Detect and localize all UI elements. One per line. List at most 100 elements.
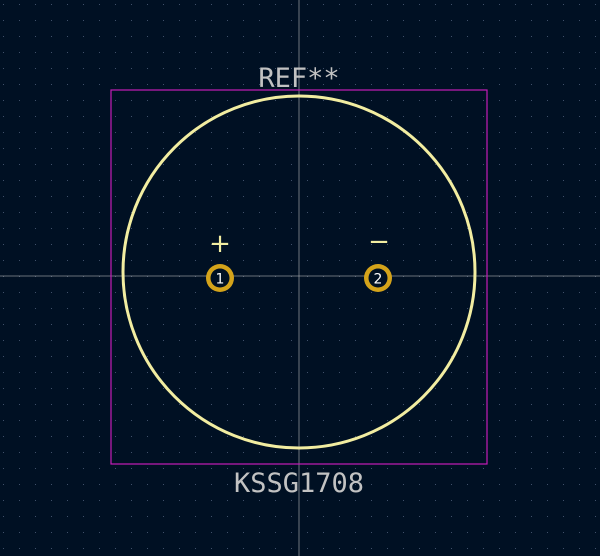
- grid-dot: [51, 20, 52, 21]
- grid-dot: [83, 164, 84, 165]
- grid-dot: [259, 548, 260, 549]
- grid-dot: [67, 484, 68, 485]
- grid-dot: [99, 484, 100, 485]
- grid-dot: [291, 212, 292, 213]
- grid-dot: [339, 36, 340, 37]
- grid-dot: [67, 548, 68, 549]
- grid-dot: [19, 532, 20, 533]
- pad-1[interactable]: 1: [206, 264, 234, 292]
- grid-dot: [291, 372, 292, 373]
- grid-dot: [579, 388, 580, 389]
- grid-dot: [323, 260, 324, 261]
- grid-dot: [355, 532, 356, 533]
- grid-dot: [323, 292, 324, 293]
- grid-dot: [419, 420, 420, 421]
- grid-dot: [531, 356, 532, 357]
- grid-dot: [3, 356, 4, 357]
- grid-dot: [51, 388, 52, 389]
- grid-dot: [275, 116, 276, 117]
- grid-dot: [3, 324, 4, 325]
- reference-designator[interactable]: REF**: [258, 63, 339, 94]
- grid-dot: [35, 372, 36, 373]
- grid-dot: [131, 148, 132, 149]
- grid-dot: [99, 132, 100, 133]
- grid-dot: [451, 420, 452, 421]
- grid-dot: [355, 52, 356, 53]
- grid-dot: [403, 532, 404, 533]
- grid-dot: [387, 500, 388, 501]
- grid-dot: [451, 132, 452, 133]
- grid-dot: [195, 356, 196, 357]
- grid-dot: [323, 164, 324, 165]
- grid-dot: [547, 116, 548, 117]
- grid-dot: [483, 116, 484, 117]
- grid-dot: [339, 500, 340, 501]
- grid-dot: [531, 340, 532, 341]
- grid-dot: [115, 292, 116, 293]
- grid-dot: [371, 84, 372, 85]
- grid-dot: [275, 308, 276, 309]
- grid-dot: [51, 532, 52, 533]
- grid-dot: [435, 420, 436, 421]
- grid-dot: [131, 20, 132, 21]
- grid-dot: [371, 340, 372, 341]
- grid-dot: [99, 388, 100, 389]
- grid-dot: [483, 548, 484, 549]
- grid-dot: [19, 372, 20, 373]
- grid-dot: [19, 404, 20, 405]
- grid-dot: [339, 52, 340, 53]
- grid-dot: [483, 436, 484, 437]
- pad-2[interactable]: 2: [364, 264, 392, 292]
- grid-dot: [467, 356, 468, 357]
- grid-dot: [403, 116, 404, 117]
- grid-dot: [163, 148, 164, 149]
- grid-dot: [579, 500, 580, 501]
- grid-dot: [275, 532, 276, 533]
- grid-dot: [195, 468, 196, 469]
- grid-dot: [595, 500, 596, 501]
- grid-dot: [3, 84, 4, 85]
- grid-dot: [339, 228, 340, 229]
- grid-dot: [243, 500, 244, 501]
- grid-dot: [147, 484, 148, 485]
- grid-dot: [19, 100, 20, 101]
- grid-dot: [99, 500, 100, 501]
- grid-dot: [419, 4, 420, 5]
- grid-dot: [83, 52, 84, 53]
- grid-dot: [435, 180, 436, 181]
- grid-dot: [83, 548, 84, 549]
- grid-dot: [515, 84, 516, 85]
- negative-polarity-mark: −: [368, 227, 390, 257]
- grid-dot: [499, 36, 500, 37]
- grid-dot: [451, 228, 452, 229]
- grid-dot: [275, 324, 276, 325]
- grid-dot: [291, 340, 292, 341]
- grid-dot: [403, 164, 404, 165]
- grid-dot: [563, 196, 564, 197]
- grid-dot: [99, 52, 100, 53]
- grid-dot: [275, 548, 276, 549]
- grid-dot: [451, 324, 452, 325]
- grid-dot: [371, 484, 372, 485]
- grid-dot: [355, 244, 356, 245]
- grid-dot: [83, 420, 84, 421]
- grid-dot: [115, 500, 116, 501]
- grid-dot: [339, 196, 340, 197]
- grid-dot: [147, 356, 148, 357]
- grid-dot: [227, 388, 228, 389]
- grid-dot: [435, 84, 436, 85]
- grid-dot: [419, 68, 420, 69]
- grid-dot: [307, 308, 308, 309]
- grid-dot: [483, 516, 484, 517]
- grid-dot: [147, 388, 148, 389]
- grid-dot: [195, 532, 196, 533]
- grid-dot: [227, 484, 228, 485]
- grid-dot: [323, 452, 324, 453]
- grid-dot: [227, 180, 228, 181]
- grid-dot: [403, 228, 404, 229]
- grid-dot: [227, 260, 228, 261]
- pcb-footprint-canvas[interactable]: REF** KSSG1708 + − 1 2: [0, 0, 600, 556]
- grid-dot: [563, 260, 564, 261]
- grid-dot: [579, 452, 580, 453]
- value-label[interactable]: KSSG1708: [234, 468, 364, 499]
